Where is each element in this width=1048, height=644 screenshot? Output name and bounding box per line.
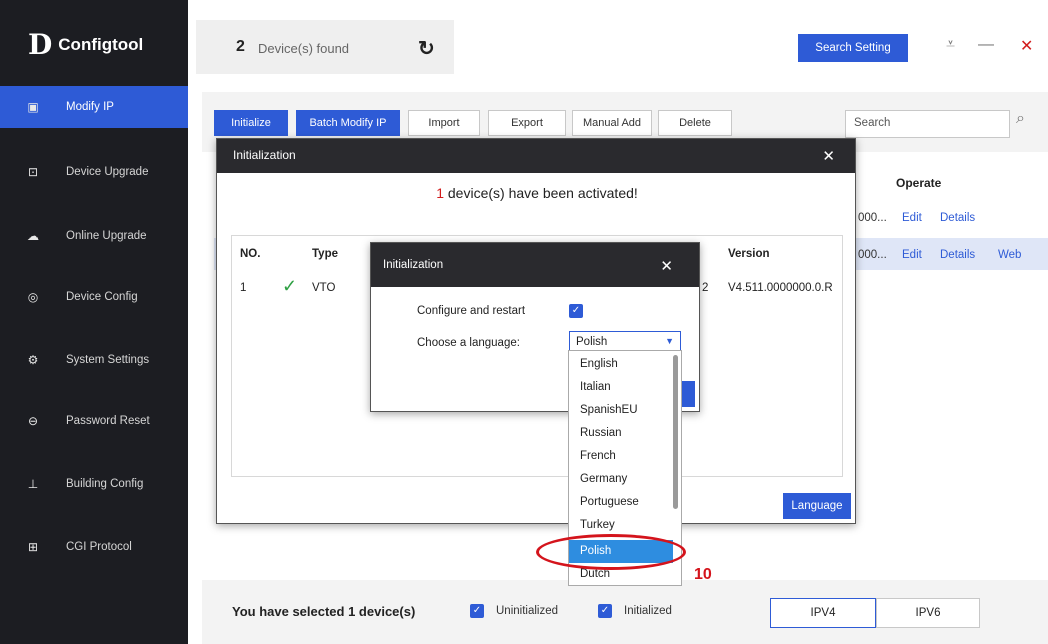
sidebar-item-label: System Settings <box>66 354 150 366</box>
language-option[interactable]: French <box>569 445 673 468</box>
annotation-circle <box>536 534 686 570</box>
sidebar-item-building-config[interactable]: ⊥ Building Config <box>0 463 188 505</box>
search-setting-button[interactable]: Search Setting <box>798 34 908 62</box>
activated-text: device(s) have been activated! <box>447 185 638 201</box>
table-cell: 000... <box>858 249 887 261</box>
annotation-step-number: 10 <box>694 566 712 583</box>
sidebar-item-password-reset[interactable]: ⊖ Password Reset <box>0 400 188 442</box>
protocol-icon: ⊞ <box>27 540 39 554</box>
sidebar-item-cgi-protocol[interactable]: ⊞ CGI Protocol <box>0 526 188 568</box>
top-bar: 2 Device(s) found ↻ Search Setting ⩡ — ✕ <box>188 0 1048 92</box>
language-option[interactable]: Russian <box>569 422 673 445</box>
sidebar: D Configtool ▣ Modify IP ⊡ Device Upgrad… <box>0 0 188 644</box>
sidebar-item-modify-ip[interactable]: ▣ Modify IP <box>0 86 188 128</box>
app-logo: D Configtool <box>28 28 143 61</box>
operate-column-header: Operate <box>896 176 942 190</box>
dropdown-scrollbar[interactable] <box>673 355 678 509</box>
sidebar-item-label: Online Upgrade <box>66 230 147 242</box>
device-found-box: 2 Device(s) found ↻ <box>196 20 454 74</box>
device-count: 2 <box>236 38 245 55</box>
choose-language-label: Choose a language: <box>417 337 520 349</box>
sidebar-item-device-upgrade[interactable]: ⊡ Device Upgrade <box>0 151 188 193</box>
sidebar-item-device-config[interactable]: ◎ Device Config <box>0 276 188 318</box>
logo-mark-icon: D <box>28 28 52 61</box>
details-link[interactable]: Details <box>940 249 975 261</box>
language-option[interactable]: English <box>569 353 673 376</box>
language-option[interactable]: Portuguese <box>569 491 673 514</box>
column-header-no: NO. <box>240 248 261 260</box>
ipv6-toggle[interactable]: IPV6 <box>876 598 980 628</box>
menu-dropdown-icon[interactable]: ⩡ <box>946 36 955 54</box>
initialize-button[interactable]: Initialize <box>214 110 288 136</box>
minimize-icon[interactable]: — <box>978 36 994 54</box>
language-option[interactable]: Italian <box>569 376 673 399</box>
ip-icon: ▣ <box>27 100 39 114</box>
sidebar-item-label: Device Upgrade <box>66 166 149 178</box>
batch-modify-ip-button[interactable]: Batch Modify IP <box>296 110 400 136</box>
selected-count-text: You have selected 1 device(s) <box>232 604 416 619</box>
sidebar-item-label: Password Reset <box>66 415 150 427</box>
dialog-header: Initialization ✕ <box>371 243 699 287</box>
manual-add-button[interactable]: Manual Add <box>572 110 652 136</box>
row-type: VTO <box>312 282 336 294</box>
language-button[interactable]: Language <box>783 493 851 519</box>
sidebar-item-label: Device Config <box>66 291 138 303</box>
delete-button[interactable]: Delete <box>658 110 732 136</box>
selected-language: Polish <box>576 336 608 348</box>
search-icon[interactable]: ⌕ <box>1016 110 1025 128</box>
sidebar-item-label: CGI Protocol <box>66 541 132 553</box>
details-link[interactable]: Details <box>940 212 975 224</box>
sidebar-item-online-upgrade[interactable]: ☁ Online Upgrade <box>0 215 188 257</box>
upgrade-icon: ⊡ <box>27 165 39 179</box>
row-version: V4.511.0000000.0.R <box>728 282 833 294</box>
app-name: Configtool <box>58 34 144 54</box>
close-icon[interactable]: ✕ <box>822 147 835 165</box>
import-button[interactable]: Import <box>408 110 480 136</box>
uninitialized-label: Uninitialized <box>496 605 559 617</box>
table-cell: 000... <box>858 212 887 224</box>
language-option[interactable]: Germany <box>569 468 673 491</box>
configure-restart-checkbox[interactable]: ✓ <box>569 304 583 318</box>
dialog-header: Initialization ✕ <box>217 139 855 173</box>
dialog-title: Initialization <box>233 148 296 162</box>
device-config-icon: ◎ <box>27 290 39 304</box>
edit-link[interactable]: Edit <box>902 249 922 261</box>
device-found-label: Device(s) found <box>258 41 350 56</box>
close-icon[interactable]: ✕ <box>1020 36 1033 56</box>
sidebar-item-system-settings[interactable]: ⚙ System Settings <box>0 339 188 381</box>
footer-bar: You have selected 1 device(s) ✓ Uninitia… <box>202 580 1048 644</box>
configure-restart-label: Configure and restart <box>417 305 526 317</box>
cloud-upgrade-icon: ☁ <box>27 229 39 243</box>
activated-count: 1 <box>436 185 444 201</box>
initialized-checkbox[interactable]: ✓ <box>598 604 612 618</box>
edit-link[interactable]: Edit <box>902 212 922 224</box>
language-option[interactable]: SpanishEU <box>569 399 673 422</box>
row-cell: 2 <box>702 282 709 294</box>
initialized-label: Initialized <box>624 605 672 617</box>
row-no: 1 <box>240 282 247 294</box>
search-input[interactable]: Search <box>845 110 1010 138</box>
uninitialized-checkbox[interactable]: ✓ <box>470 604 484 618</box>
refresh-icon[interactable]: ↻ <box>418 36 435 61</box>
export-button[interactable]: Export <box>488 110 566 136</box>
lock-icon: ⊖ <box>27 414 39 428</box>
success-check-icon: ✓ <box>282 276 298 296</box>
dialog-title: Initialization <box>383 259 444 271</box>
column-header-version: Version <box>728 248 770 260</box>
column-header-type: Type <box>312 248 338 260</box>
ok-button[interactable] <box>681 381 695 407</box>
close-icon[interactable]: ✕ <box>660 257 673 275</box>
chevron-down-icon: ▼ <box>665 336 674 346</box>
building-icon: ⊥ <box>27 477 39 491</box>
activated-message: 1 device(s) have been activated! <box>217 185 857 201</box>
ipv4-toggle[interactable]: IPV4 <box>770 598 876 628</box>
sidebar-item-label: Modify IP <box>66 101 114 113</box>
sidebar-item-label: Building Config <box>66 478 144 490</box>
settings-icon: ⚙ <box>27 353 39 367</box>
web-link[interactable]: Web <box>998 249 1021 261</box>
